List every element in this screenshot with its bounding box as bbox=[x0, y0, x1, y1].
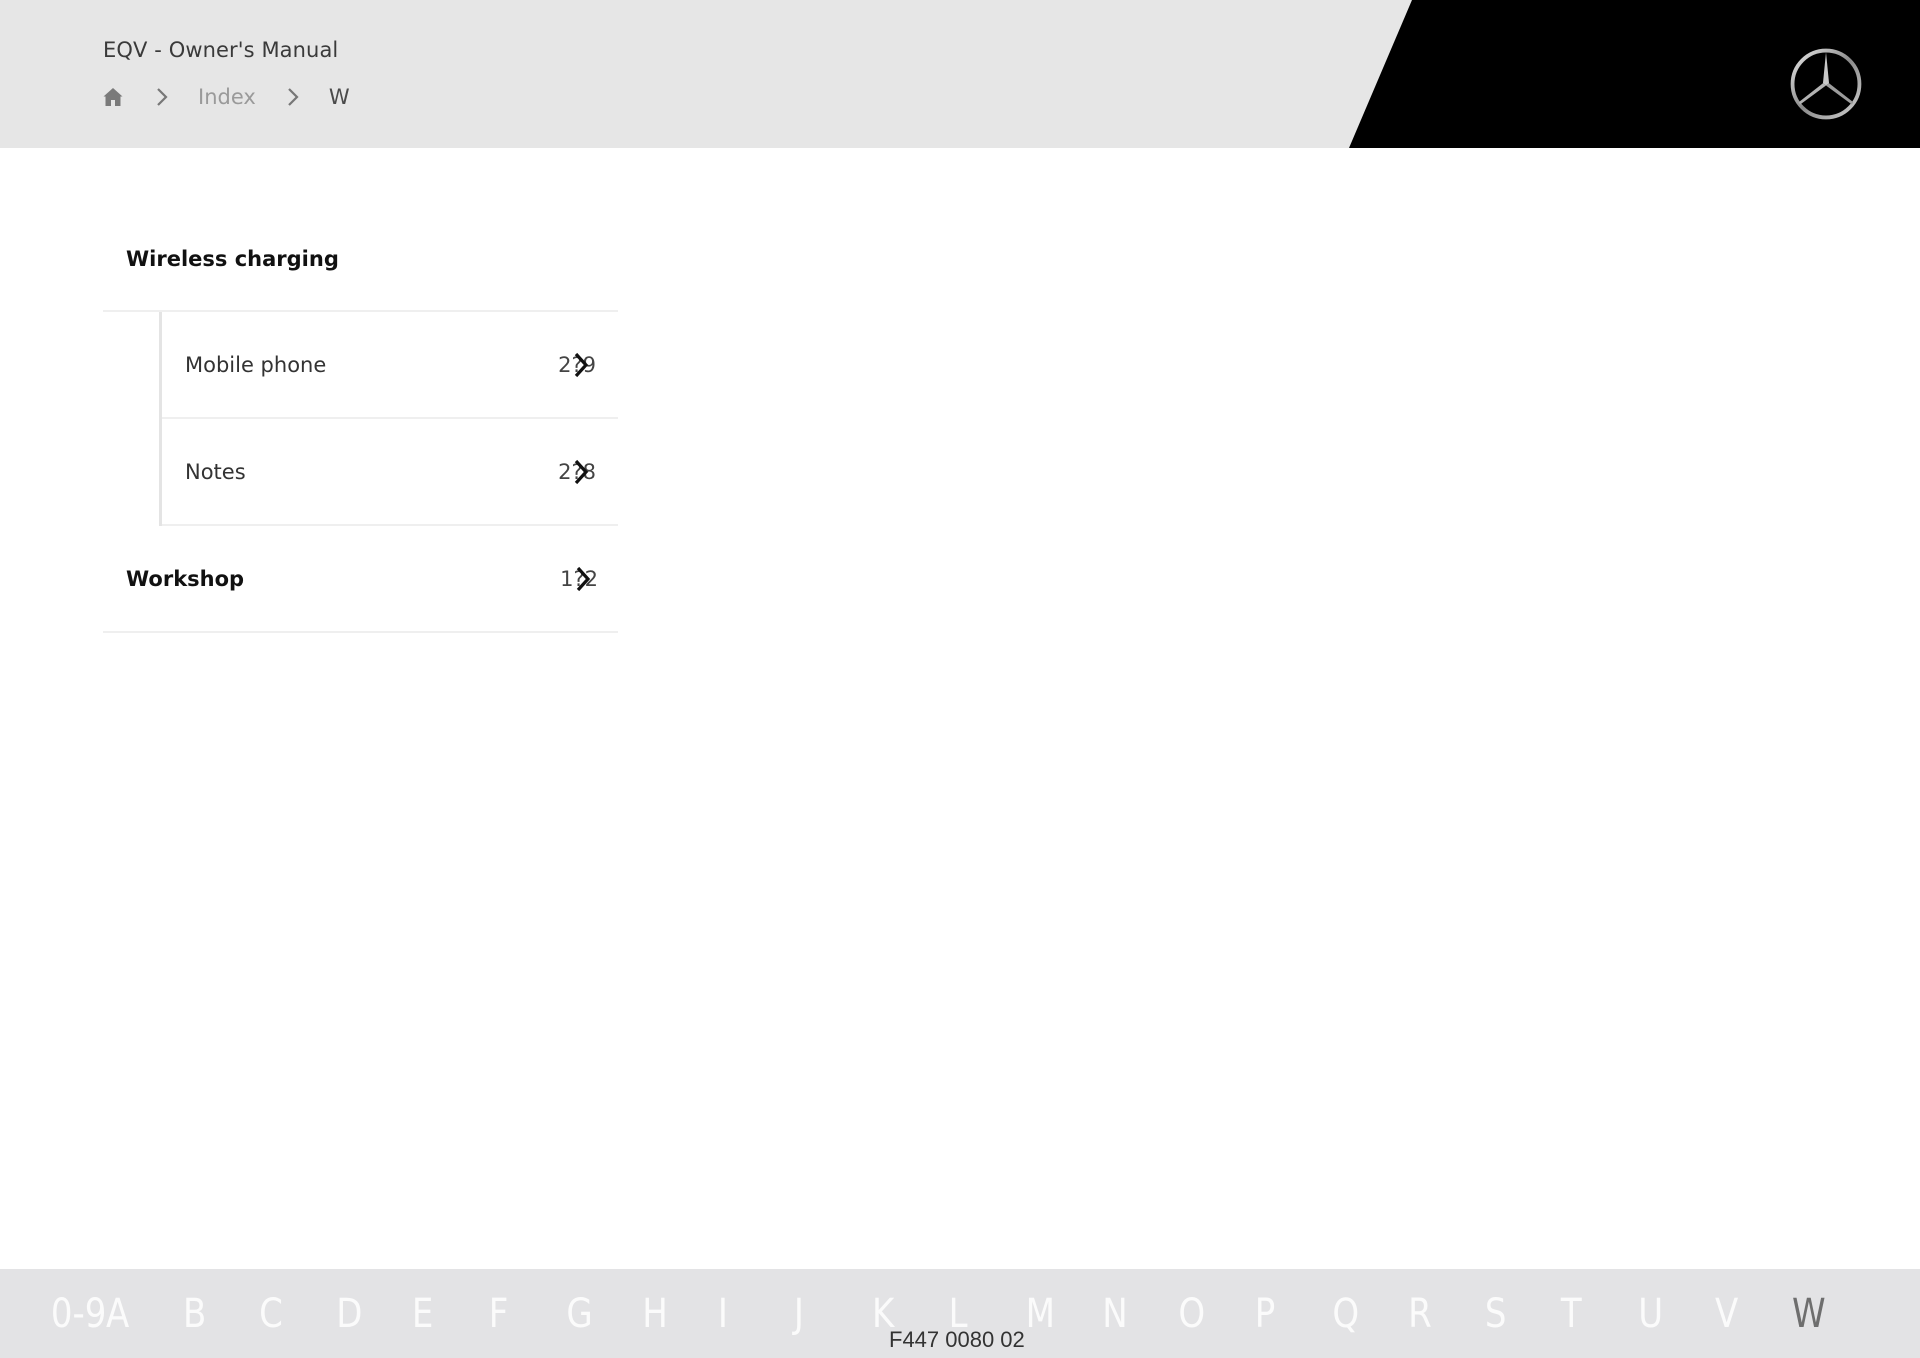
index-group-title: Wireless charging bbox=[103, 216, 618, 312]
alphabet-letter-q[interactable]: Q bbox=[1332, 1291, 1359, 1337]
index-sub-group: Mobile phone 2?9 Notes 2?8 bbox=[159, 312, 618, 526]
app-title: EQV - Owner's Manual bbox=[103, 38, 339, 62]
alphabet-letter-f[interactable]: F bbox=[489, 1291, 509, 1337]
breadcrumb-index-link[interactable]: Index bbox=[198, 85, 256, 109]
chevron-right-icon bbox=[288, 88, 299, 106]
header: EQV - Owner's Manual Index W bbox=[0, 0, 1920, 148]
alphabet-letter-w[interactable]: W bbox=[1792, 1291, 1826, 1337]
alphabet-letter-e[interactable]: E bbox=[412, 1291, 433, 1337]
alphabet-letter-c[interactable]: C bbox=[259, 1291, 283, 1337]
alphabet-letter-i[interactable]: I bbox=[718, 1291, 728, 1337]
alphabet-letter-s[interactable]: S bbox=[1485, 1291, 1507, 1337]
breadcrumb-current: W bbox=[328, 85, 350, 109]
alphabet-bar: 0-9 A B C D E F G H I J K L M N O P Q R S T U V W F447 0080 02 bbox=[0, 1269, 1920, 1358]
index-item-label: Workshop bbox=[126, 566, 245, 591]
index-item-label: Notes bbox=[185, 459, 246, 484]
alphabet-letter-0-9[interactable]: 0-9 bbox=[51, 1291, 107, 1337]
index-item-notes[interactable]: Notes 2?8 bbox=[162, 419, 618, 526]
chevron-right-icon bbox=[574, 459, 589, 484]
alphabet-letter-a[interactable]: A bbox=[106, 1291, 129, 1337]
chevron-right-icon bbox=[576, 566, 591, 591]
alphabet-letter-b[interactable]: B bbox=[183, 1291, 206, 1337]
mercedes-star-logo[interactable] bbox=[1788, 46, 1864, 122]
alphabet-letter-p[interactable]: P bbox=[1255, 1291, 1276, 1337]
alphabet-letter-v[interactable]: V bbox=[1715, 1291, 1738, 1337]
figure-code: F447 0080 02 bbox=[889, 1327, 1025, 1352]
index-item-label: Mobile phone bbox=[185, 352, 327, 377]
alphabet-letter-g[interactable]: G bbox=[566, 1291, 592, 1337]
alphabet-letter-j[interactable]: J bbox=[794, 1291, 804, 1337]
index-item-workshop[interactable]: Workshop 1?2 bbox=[103, 526, 618, 633]
index-list: Wireless charging Mobile phone 2?9 Notes… bbox=[103, 216, 618, 633]
alphabet-letter-r[interactable]: R bbox=[1408, 1291, 1432, 1337]
alphabet-letter-m[interactable]: M bbox=[1026, 1291, 1055, 1337]
alphabet-letter-u[interactable]: U bbox=[1638, 1291, 1663, 1337]
alphabet-letter-t[interactable]: T bbox=[1561, 1291, 1582, 1337]
chevron-right-icon bbox=[157, 88, 168, 106]
alphabet-letter-n[interactable]: N bbox=[1102, 1291, 1127, 1337]
alphabet-letter-o[interactable]: O bbox=[1179, 1291, 1206, 1337]
alphabet-letter-d[interactable]: D bbox=[336, 1291, 362, 1337]
home-icon[interactable] bbox=[101, 85, 125, 109]
breadcrumb: Index W bbox=[101, 82, 350, 112]
chevron-right-icon bbox=[574, 352, 589, 377]
index-item-mobile-phone[interactable]: Mobile phone 2?9 bbox=[162, 312, 618, 419]
alphabet-letter-h[interactable]: H bbox=[642, 1291, 668, 1337]
